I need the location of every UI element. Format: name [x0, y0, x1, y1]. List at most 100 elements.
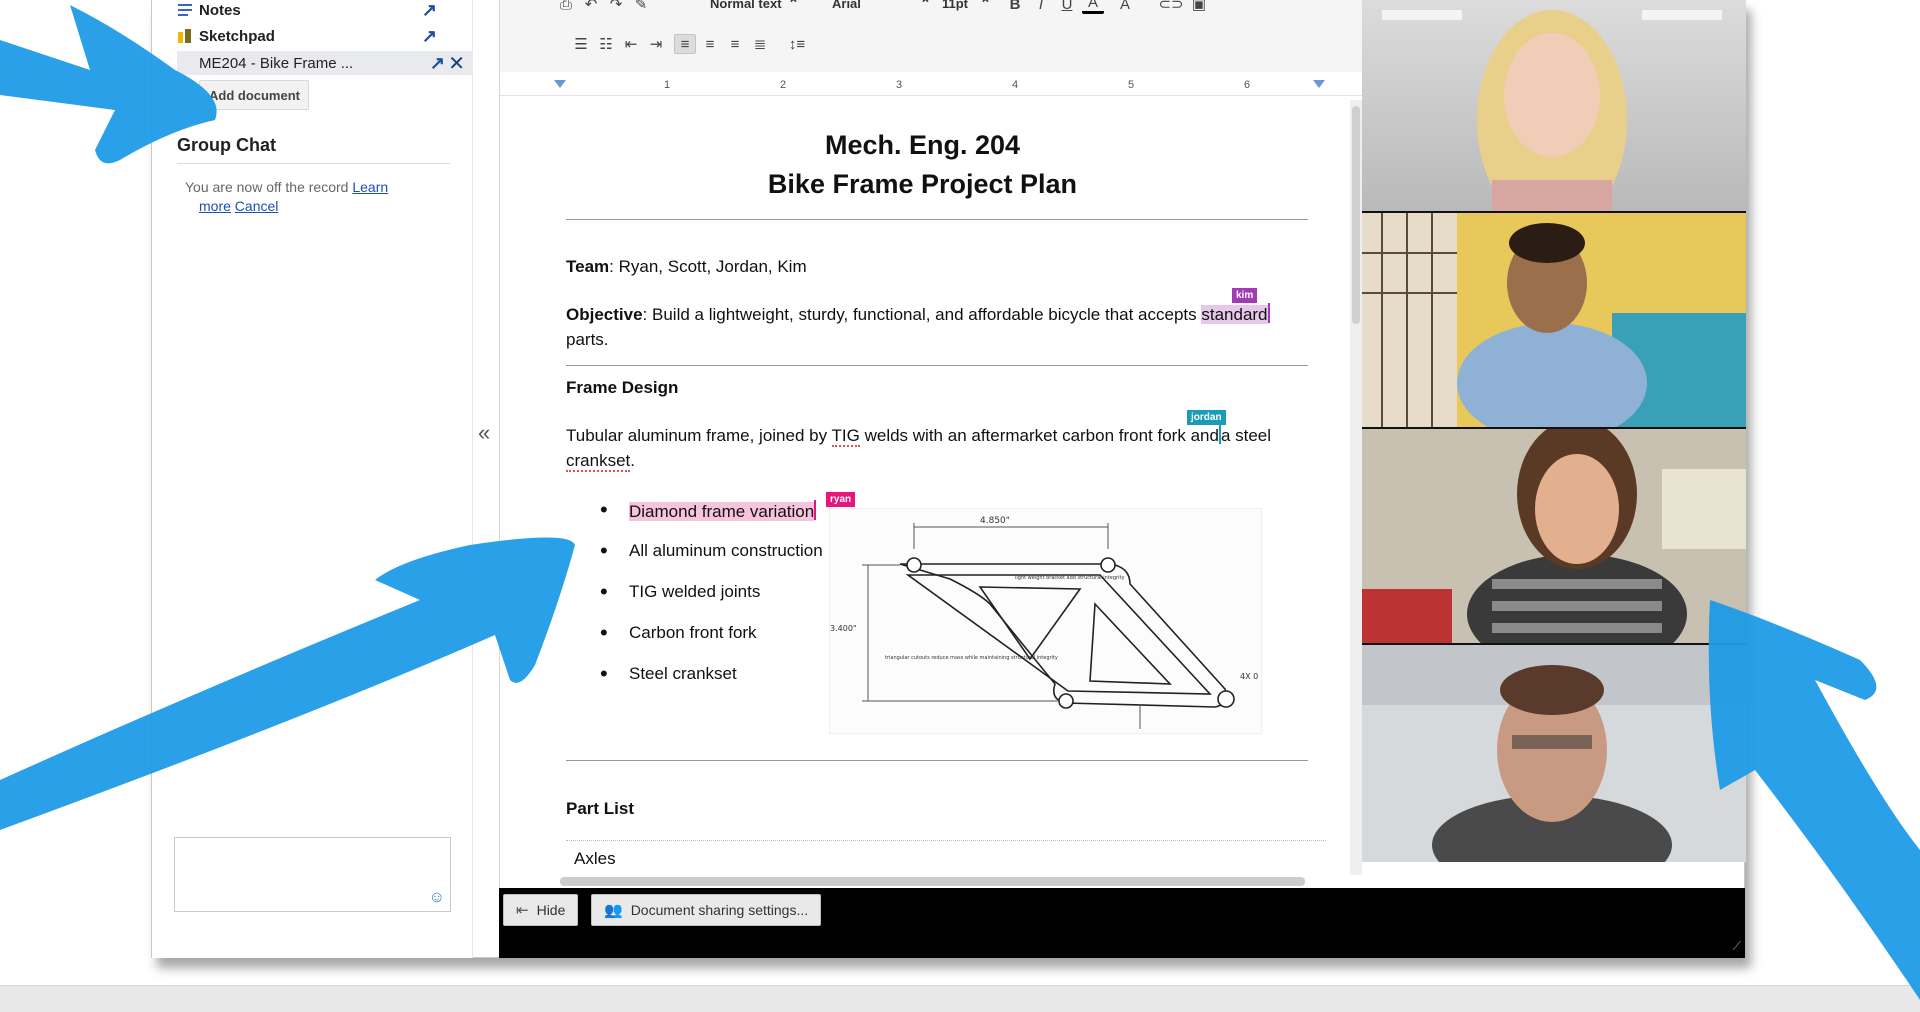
kim-cursor	[1267, 303, 1270, 323]
style-select-chevron-icon[interactable]: ⌃	[788, 0, 799, 12]
indent-marker[interactable]	[554, 80, 566, 88]
frame-period: .	[630, 451, 635, 470]
vertical-scrollbar[interactable]	[1350, 100, 1362, 875]
horizontal-scrollbar[interactable]	[560, 877, 1305, 886]
sidebar-item-bike-frame-doc[interactable]: ME204 - Bike Frame ... ↗ ✕	[177, 51, 473, 75]
align-left-icon[interactable]: ≡	[674, 34, 696, 54]
add-document-button[interactable]: Add document	[199, 80, 309, 110]
link-icon[interactable]: ⊂⊃	[1158, 0, 1183, 14]
team-paragraph: Team: Ryan, Scott, Jordan, Kim	[566, 254, 1326, 279]
italic-icon[interactable]: I	[1030, 0, 1052, 14]
open-external-icon[interactable]: ↗	[430, 53, 445, 74]
sidebar: Notes ↗ Sketchpad ↗ ME204 - Bike Frame .…	[152, 0, 473, 958]
increase-indent-icon[interactable]: ⇥	[645, 34, 667, 54]
chat-status-message: You are now off the record Learn more Ca…	[185, 178, 430, 216]
exit-icon: ⇤	[516, 902, 529, 919]
document-page[interactable]: Mech. Eng. 204 Bike Frame Project Plan T…	[500, 100, 1345, 870]
list-item-text: Steel crankset	[629, 664, 737, 683]
underline-icon[interactable]: U	[1056, 0, 1078, 14]
chat-status-text: You are now off the record	[185, 179, 349, 195]
horizontal-rule	[566, 760, 1308, 761]
align-center-icon[interactable]: ≡	[699, 34, 721, 54]
resize-grip-icon[interactable]: ⟋	[1733, 939, 1741, 954]
document-sharing-button[interactable]: 👥 Document sharing settings...	[591, 894, 822, 926]
style-select[interactable]: Normal text	[710, 0, 782, 11]
font-size-chevron-icon[interactable]: ⌃	[980, 0, 991, 12]
bulleted-list-icon[interactable]: ☷	[595, 34, 617, 54]
print-icon[interactable]: ⎙	[555, 0, 577, 14]
right-indent-marker[interactable]	[1313, 80, 1325, 88]
jordan-cursor-tag: jordan	[1187, 410, 1226, 425]
align-right-icon[interactable]: ≡	[724, 34, 746, 54]
kim-highlight: standard	[1201, 305, 1268, 324]
list-item: Diamond frame variation	[600, 497, 823, 541]
objective-text: : Build a lightweight, sturdy, functiona…	[642, 305, 1202, 324]
line-spacing-icon[interactable]: ↕≡	[786, 34, 808, 54]
chat-input[interactable]: ☺	[174, 837, 451, 912]
objective-label: Objective	[566, 305, 643, 324]
font-select-chevron-icon[interactable]: ⌃	[920, 0, 931, 12]
list-item-text: Diamond frame variation	[629, 502, 815, 521]
list-item-text: All aluminum construction	[629, 541, 823, 560]
horizontal-rule	[566, 365, 1308, 366]
open-external-icon[interactable]: ↗	[422, 0, 437, 21]
sidebar-item-sketchpad[interactable]: Sketchpad ↗	[177, 24, 447, 48]
frame-text: Tubular aluminum frame, joined by	[566, 426, 832, 445]
emoji-icon[interactable]: ☺	[429, 889, 445, 907]
table-row: Axles	[566, 840, 1326, 870]
table-cell: Axles	[574, 849, 616, 868]
hide-label: Hide	[536, 902, 566, 918]
image-icon[interactable]: ▣	[1188, 0, 1210, 14]
ruler: 1 2 3 4 5 6	[500, 78, 1363, 96]
undo-icon[interactable]: ↶	[580, 0, 602, 14]
hide-button[interactable]: ⇤ Hide	[503, 894, 579, 926]
team-text: : Ryan, Scott, Jordan, Kim	[609, 257, 807, 276]
dimension-label: 4.850"	[980, 516, 1010, 526]
numbered-list-icon[interactable]: ☰	[570, 34, 592, 54]
objective-paragraph: Objective: Build a lightweight, sturdy, …	[566, 302, 1326, 352]
frame-paragraph: Tubular aluminum frame, joined by TIG we…	[566, 423, 1326, 473]
list-item-text: TIG welded joints	[629, 582, 761, 601]
text-color-icon[interactable]: A	[1082, 0, 1104, 14]
dimension-label: 3.400"	[830, 624, 857, 633]
document-editor: ⎙ ↶ ↷ ✎ Normal text ⌃ Arial ⌃ 11pt ⌃ B I…	[499, 0, 1363, 888]
list-item: Carbon front fork	[600, 620, 823, 664]
collapse-sidebar-icon[interactable]: «	[478, 420, 490, 446]
people-icon: 👥	[604, 902, 623, 919]
justify-icon[interactable]: ≣	[749, 34, 771, 54]
ruler-number: 6	[1244, 79, 1251, 91]
bold-icon[interactable]: B	[1004, 0, 1026, 14]
ruler-number: 5	[1128, 79, 1135, 91]
bullet-list: Diamond frame variation All aluminum con…	[600, 497, 823, 705]
bike-frame-drawing[interactable]: 4.850" 3.400" 4X 0 light weight bracket …	[829, 508, 1262, 734]
learn-more-link-cont[interactable]: more	[199, 198, 231, 214]
cancel-link[interactable]: Cancel	[235, 198, 279, 214]
sidebar-item-label: Notes	[199, 1, 241, 19]
team-label: Team	[566, 257, 610, 276]
participant-video[interactable]	[1362, 429, 1746, 643]
ruler-number: 2	[780, 79, 787, 91]
learn-more-link[interactable]: Learn	[352, 179, 388, 195]
sketchpad-icon	[177, 28, 193, 44]
scrollbar-thumb[interactable]	[1352, 106, 1360, 324]
doc-title-line1: Mech. Eng. 204	[824, 130, 1021, 160]
list-item: Steel crankset	[600, 661, 823, 705]
open-external-icon[interactable]: ↗	[422, 26, 437, 47]
close-icon[interactable]: ✕	[448, 51, 465, 76]
highlight-icon[interactable]: A	[1114, 0, 1136, 14]
participant-video[interactable]	[1362, 645, 1746, 862]
taskbar-strip	[0, 985, 1920, 1012]
font-select[interactable]: Arial	[832, 0, 861, 11]
sidebar-item-notes[interactable]: Notes ↗	[177, 0, 447, 22]
font-size-select[interactable]: 11pt	[942, 0, 968, 11]
decrease-indent-icon[interactable]: ⇤	[620, 34, 642, 54]
ruler-number: 1	[664, 79, 671, 91]
participant-video[interactable]	[1362, 213, 1746, 427]
part-list-heading: Part List	[566, 799, 635, 818]
paint-format-icon[interactable]: ✎	[630, 0, 652, 14]
list-item: TIG welded joints	[600, 579, 823, 623]
redo-icon[interactable]: ↷	[605, 0, 627, 14]
ruler-number: 4	[1012, 79, 1019, 91]
participant-video[interactable]	[1362, 0, 1746, 211]
ruler-number: 3	[896, 79, 903, 91]
